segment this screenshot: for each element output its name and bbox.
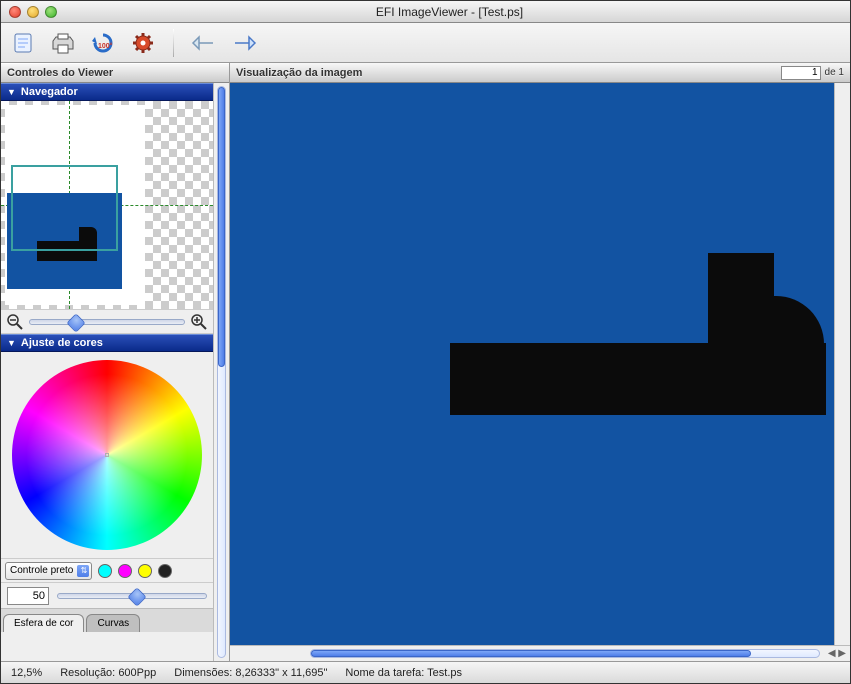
rotate-icon[interactable]: 100°: [89, 29, 117, 57]
file-icon[interactable]: [9, 29, 37, 57]
tab-curves[interactable]: Curvas: [86, 614, 140, 632]
channel-dropdown[interactable]: Controle preto: [5, 562, 92, 580]
color-wheel-picker[interactable]: [105, 453, 109, 457]
color-section-header[interactable]: Ajuste de cores: [1, 334, 213, 352]
brightness-input[interactable]: [7, 587, 49, 605]
brightness-slider-handle[interactable]: [127, 587, 146, 606]
page-count-label: de 1: [825, 67, 844, 78]
zoom-slider-row: [1, 309, 213, 334]
color-wheel[interactable]: [12, 360, 202, 550]
status-bar: 12,5% Resolução: 600Ppp Dimensões: 8,263…: [1, 661, 850, 683]
sidebar: Controles do Viewer Navegador: [1, 63, 230, 661]
page-number-input[interactable]: [781, 66, 821, 80]
status-zoom: 12,5%: [11, 667, 42, 679]
back-arrow-icon[interactable]: [190, 29, 218, 57]
zoom-window-button[interactable]: [45, 6, 57, 18]
status-resolution: Resolução: 600Ppp: [60, 667, 156, 679]
brightness-row: [1, 582, 213, 608]
black-channel-icon[interactable]: [158, 564, 172, 578]
brightness-slider[interactable]: [57, 593, 207, 599]
preview-header: Visualização da imagem de 1: [230, 63, 850, 83]
gear-icon[interactable]: [129, 29, 157, 57]
yellow-channel-icon[interactable]: [138, 564, 152, 578]
toolbar-separator: [173, 29, 174, 57]
zoom-slider[interactable]: [29, 319, 185, 325]
title-bar: EFI ImageViewer - [Test.ps]: [1, 1, 850, 23]
window-title: EFI ImageViewer - [Test.ps]: [57, 5, 842, 19]
magenta-channel-icon[interactable]: [118, 564, 132, 578]
svg-text:100°: 100°: [98, 42, 113, 50]
toolbar: 100°: [1, 23, 850, 63]
sidebar-scrollbar-thumb[interactable]: [218, 87, 225, 367]
color-tabs: Esfera de cor Curvas: [1, 608, 213, 632]
zoom-in-icon[interactable]: [189, 312, 209, 332]
preview-title: Visualização da imagem: [236, 67, 362, 79]
sidebar-scrollbar[interactable]: [213, 83, 229, 661]
status-dimensions: Dimensões: 8,26333" x 11,695": [174, 667, 327, 679]
navigator-section-header[interactable]: Navegador: [1, 83, 213, 101]
navigator-viewport-frame[interactable]: [13, 167, 116, 249]
navigator-panel[interactable]: [1, 101, 213, 309]
zoom-out-icon[interactable]: [5, 312, 25, 332]
preview-panel: Visualização da imagem de 1 ◀ ▶: [230, 63, 850, 661]
zoom-slider-handle[interactable]: [66, 313, 85, 332]
image-canvas[interactable]: [230, 83, 834, 645]
print-icon[interactable]: [49, 29, 77, 57]
tab-color-sphere[interactable]: Esfera de cor: [3, 614, 84, 632]
close-window-button[interactable]: [9, 6, 21, 18]
color-channel-row: Controle preto: [1, 558, 213, 582]
canvas-horizontal-scrollbar[interactable]: ◀ ▶: [230, 645, 850, 661]
scrollbar-arrows[interactable]: ◀ ▶: [828, 648, 846, 659]
window-controls: [9, 6, 57, 18]
cyan-channel-icon[interactable]: [98, 564, 112, 578]
sidebar-title: Controles do Viewer: [1, 63, 229, 83]
status-taskname: Nome da tarefa: Test.ps: [345, 667, 462, 679]
color-wheel-panel: [1, 352, 213, 558]
minimize-window-button[interactable]: [27, 6, 39, 18]
canvas-vertical-scrollbar[interactable]: [834, 83, 850, 645]
canvas-horizontal-scrollbar-thumb[interactable]: [311, 650, 751, 657]
forward-arrow-icon[interactable]: [230, 29, 258, 57]
